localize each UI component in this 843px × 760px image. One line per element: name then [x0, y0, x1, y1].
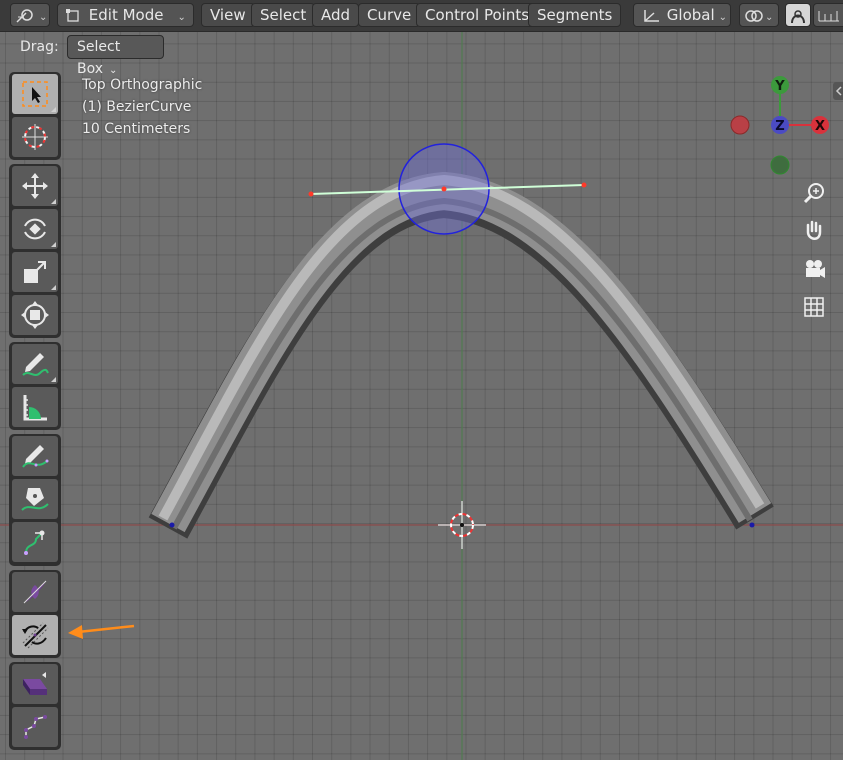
- randomize-icon: [23, 672, 47, 695]
- orientation-selector[interactable]: Global ⌄: [633, 3, 731, 27]
- chevron-left-icon: [835, 86, 842, 96]
- menu-curve[interactable]: Curve: [358, 3, 421, 27]
- pen-nib-icon: [21, 488, 49, 511]
- tilt-icon: [22, 622, 49, 649]
- scale-icon: [24, 261, 46, 283]
- zoom-button[interactable]: [801, 180, 827, 206]
- gizmo-neg-x: [730, 115, 750, 135]
- tool-shear[interactable]: [12, 707, 58, 747]
- proportional-falloff-selector[interactable]: [813, 3, 843, 27]
- viewport-info: Top Orthographic (1) BezierCurve 10 Cent…: [82, 74, 202, 140]
- pivot-selector[interactable]: ⌄: [739, 3, 779, 27]
- gizmo-y-label: Y: [774, 79, 785, 94]
- menu-segments[interactable]: Segments: [528, 3, 622, 27]
- viewport-header: ⌄ Edit Mode ⌄ View Select Add Curve Contr…: [0, 0, 843, 32]
- end-point-right[interactable]: [749, 522, 755, 528]
- projection-toggle-button[interactable]: [801, 294, 827, 320]
- menu-control-points[interactable]: Control Points: [416, 3, 539, 27]
- 3d-cursor-icon[interactable]: [438, 501, 486, 549]
- proportional-editing-toggle[interactable]: [785, 3, 811, 27]
- tool-tilt[interactable]: [12, 615, 58, 655]
- vertex-path-icon: [24, 715, 47, 739]
- drag-label: Drag:: [20, 39, 59, 55]
- tool-cursor[interactable]: [12, 117, 58, 157]
- tool-group-transform: [9, 164, 61, 338]
- tool-annotate[interactable]: [12, 344, 58, 384]
- snap-link-icon: [745, 9, 763, 22]
- tool-group-edit: [9, 662, 61, 750]
- menu-view[interactable]: View: [201, 3, 255, 27]
- orientation-icon: [644, 9, 659, 22]
- tool-group-annotate: [9, 342, 61, 430]
- handle-left-point[interactable]: [308, 191, 314, 197]
- draw-curve-icon: [22, 445, 49, 468]
- orientation-label: Global: [666, 6, 715, 24]
- zoom-icon: [803, 183, 824, 204]
- mode-selector[interactable]: Edit Mode ⌄: [57, 3, 194, 27]
- camera-view-button[interactable]: [801, 256, 827, 282]
- control-point[interactable]: [441, 186, 447, 192]
- editor-type-button[interactable]: ⌄: [10, 3, 50, 27]
- gizmo-z-label: Z: [775, 119, 784, 134]
- sidebar-toggle-tab[interactable]: [833, 82, 843, 100]
- handle-right-point[interactable]: [581, 182, 587, 188]
- tool-settings-bar: Drag: Select Box ⌄: [0, 31, 843, 77]
- end-point-left[interactable]: [169, 522, 175, 528]
- gizmo-neg-y: [770, 155, 790, 175]
- pan-button[interactable]: [801, 218, 827, 244]
- hand-icon: [806, 220, 822, 240]
- proportional-editing-icon: [791, 9, 805, 23]
- tool-group-curve: [9, 570, 61, 658]
- tool-extrude[interactable]: [12, 522, 58, 562]
- tool-rotate[interactable]: [12, 209, 58, 249]
- menu-select[interactable]: Select: [251, 3, 316, 27]
- drag-select-dropdown[interactable]: Select Box ⌄: [67, 35, 164, 77]
- measure-ruler-icon: [23, 395, 47, 421]
- grid-scale: 10 Centimeters: [82, 121, 191, 137]
- tool-select-box[interactable]: [12, 74, 58, 114]
- navigation-gizmo[interactable]: Y X Z: [730, 76, 829, 175]
- tool-pen[interactable]: [12, 479, 58, 519]
- tool-draw[interactable]: [12, 436, 58, 476]
- camera-icon: [806, 260, 825, 278]
- tool-radius[interactable]: [12, 572, 58, 612]
- grid-icon: [804, 297, 824, 317]
- edit-mode-icon: [66, 8, 79, 22]
- transform-icon: [21, 301, 49, 329]
- gizmo-x-label: X: [815, 119, 825, 134]
- radius-icon: [23, 580, 47, 604]
- tool-scale[interactable]: [12, 252, 58, 292]
- select-box-icon: [22, 81, 48, 107]
- extrude-curve-icon: [24, 530, 45, 555]
- cursor-icon: [22, 124, 48, 150]
- tool-group-select: [9, 72, 61, 160]
- tool-randomize[interactable]: [12, 664, 58, 704]
- tool-group-draw: [9, 434, 61, 566]
- annotate-pencil-icon: [22, 353, 49, 376]
- tool-transform[interactable]: [12, 295, 58, 335]
- annotation-arrow-icon: [68, 624, 135, 639]
- tool-measure[interactable]: [12, 387, 58, 427]
- rotate-icon: [24, 218, 46, 240]
- falloff-icon: [818, 10, 839, 21]
- tool-move[interactable]: [12, 166, 58, 206]
- view-name: Top Orthographic: [82, 77, 203, 93]
- editor-type-icon: [16, 8, 33, 23]
- move-icon: [22, 173, 48, 199]
- menu-add[interactable]: Add: [312, 3, 360, 27]
- mode-label: Edit Mode: [88, 6, 164, 24]
- object-name: (1) BezierCurve: [82, 99, 192, 115]
